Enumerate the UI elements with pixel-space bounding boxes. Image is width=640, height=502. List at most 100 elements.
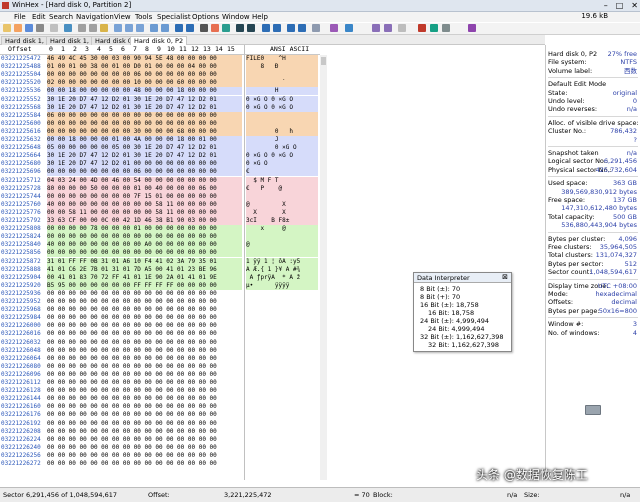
row-hex-bytes[interactable]: 00 00 00 00 00 00 00 00 00 00 00 00 00 0… <box>47 452 242 460</box>
row-hex-bytes[interactable]: 30 1E 20 D7 47 12 D2 01 00 00 00 00 00 0… <box>47 160 242 169</box>
row-ascii[interactable]: 0 ×G Ò <box>246 160 318 169</box>
row-ascii[interactable] <box>246 395 318 403</box>
row-hex-bytes[interactable]: 00 00 00 00 00 00 00 00 00 00 00 00 00 0… <box>47 411 242 419</box>
row-ascii[interactable] <box>246 436 318 444</box>
hex-row[interactable]: 03221226144 00 00 00 00 00 00 00 00 00 00… <box>0 395 318 403</box>
row-hex-bytes[interactable]: 00 00 00 00 00 00 00 00 00 00 00 00 00 0… <box>47 395 242 403</box>
row-ascii[interactable] <box>246 460 318 468</box>
menu-options[interactable]: Options <box>192 13 219 21</box>
row-ascii[interactable]: J <box>246 136 318 144</box>
row-ascii[interactable]: 0 ×G Ò 0 ×G Ò <box>246 103 318 112</box>
hex-row[interactable]: 03221225856 00 00 00 00 00 00 00 00 00 00… <box>0 249 318 258</box>
hex-row[interactable]: 03221225568 30 1E 20 D7 47 12 D2 01 30 1E… <box>0 103 318 112</box>
close-button[interactable]: ✕ <box>631 1 638 10</box>
overlay-icon[interactable] <box>384 24 392 32</box>
row-ascii[interactable]: 0 ×G Ò 0 ×G Ò <box>246 152 318 161</box>
hex-row[interactable]: 03221225696 00 00 00 00 00 00 00 00 06 00… <box>0 168 318 177</box>
hex-row[interactable]: 03221226048 00 00 00 00 00 00 00 00 00 00… <box>0 347 318 355</box>
row-hex-bytes[interactable]: 00 00 00 00 00 00 00 00 7F 15 01 00 00 0… <box>47 192 242 201</box>
hex-row[interactable]: 03221225968 00 00 00 00 00 00 00 00 00 00… <box>0 306 318 314</box>
row-hex-bytes[interactable]: 00 00 00 00 00 00 00 00 30 00 00 00 68 0… <box>47 127 242 136</box>
tools-icon[interactable] <box>330 24 338 32</box>
previous-sector-icon[interactable] <box>236 24 244 32</box>
menu-help[interactable]: Help <box>252 13 268 21</box>
row-hex-bytes[interactable]: 00 00 00 00 00 00 00 00 00 00 00 00 00 0… <box>47 460 242 468</box>
hex-row[interactable]: 03221225984 00 00 00 00 00 00 00 00 00 00… <box>0 314 318 322</box>
row-ascii[interactable] <box>246 249 318 258</box>
hex-row[interactable]: 03221226208 00 00 00 00 00 00 00 00 00 00… <box>0 428 318 436</box>
last-icon[interactable] <box>298 24 306 32</box>
row-ascii[interactable] <box>246 71 318 80</box>
row-hex-bytes[interactable]: 40 00 00 00 00 00 00 00 00 A0 00 00 00 0… <box>47 241 242 250</box>
hex-row[interactable]: 03221226016 00 00 00 00 00 00 00 00 00 00… <box>0 330 318 338</box>
undo-icon[interactable] <box>64 24 72 32</box>
properties-icon[interactable] <box>50 24 58 32</box>
row-ascii[interactable]: x @ <box>246 225 318 234</box>
row-ascii[interactable]: µ• ÿÿÿÿ <box>246 281 318 290</box>
row-ascii[interactable] <box>246 347 318 355</box>
row-ascii[interactable]: A Æ.{ 1 }¥ A #¾ <box>246 265 318 274</box>
next-sector-icon[interactable] <box>247 24 255 32</box>
row-ascii[interactable]: € P @ <box>246 184 318 193</box>
row-ascii[interactable] <box>246 290 318 298</box>
first-icon[interactable] <box>287 24 295 32</box>
clone-icon[interactable] <box>430 24 438 32</box>
hex-row[interactable]: 03221225664 30 1E 20 D7 47 12 D2 01 30 1E… <box>0 152 318 161</box>
hex-row[interactable]: 03221226240 00 00 00 00 00 00 00 00 00 00… <box>0 444 318 452</box>
hex-row[interactable]: 03221226112 00 00 00 00 00 00 00 00 00 00… <box>0 379 318 387</box>
hex-row[interactable]: 03221225808 00 00 00 00 78 00 00 00 01 00… <box>0 225 318 234</box>
row-ascii[interactable] <box>246 363 318 371</box>
row-hex-bytes[interactable]: B5 95 00 00 00 00 00 00 FF FF FF FF 00 0… <box>47 281 242 290</box>
row-ascii[interactable]: @ <box>246 241 318 250</box>
row-hex-bytes[interactable]: 30 1E 20 D7 47 12 D2 01 30 1E 20 D7 47 1… <box>47 103 242 112</box>
row-ascii[interactable]: $ M F T <box>246 176 318 185</box>
row-ascii[interactable] <box>246 233 318 242</box>
row-ascii[interactable]: 8 Ð <box>246 63 318 72</box>
hex-row[interactable]: 03221226128 00 00 00 00 00 00 00 00 00 00… <box>0 387 318 395</box>
row-hex-bytes[interactable]: 40 00 00 00 00 00 00 00 00 00 58 11 00 0… <box>47 200 242 209</box>
hex-row[interactable]: 03221226272 00 00 00 00 00 00 00 00 00 00… <box>0 460 318 468</box>
menu-view[interactable]: View <box>114 13 131 21</box>
find-hex-icon[interactable] <box>125 24 133 32</box>
row-ascii[interactable]: € <box>246 168 318 177</box>
hex-row[interactable]: 03221225712 04 03 24 00 4D 00 46 00 54 00… <box>0 176 318 185</box>
hex-row[interactable]: 03221225648 05 00 00 00 00 00 05 00 30 1E… <box>0 144 318 153</box>
hex-row[interactable]: 03221226080 00 00 00 00 00 00 00 00 00 00… <box>0 363 318 371</box>
row-hex-bytes[interactable]: 02 00 00 00 00 00 00 00 10 00 00 00 60 0… <box>47 79 242 88</box>
copy-icon[interactable] <box>89 24 97 32</box>
row-hex-bytes[interactable]: 30 1E 20 D7 47 12 D2 01 30 1E 20 D7 47 1… <box>47 95 242 104</box>
row-ascii[interactable] <box>246 452 318 460</box>
hex-row[interactable]: 03221225584 06 00 00 00 00 00 00 00 00 00… <box>0 111 318 120</box>
paste-icon[interactable] <box>100 24 108 32</box>
row-ascii[interactable]: 1 ÿÿ 1 ¦ ôA :y5 <box>246 257 318 266</box>
hex-row[interactable]: 03221226032 00 00 00 00 00 00 00 00 00 00… <box>0 339 318 347</box>
row-hex-bytes[interactable]: 00 00 00 00 00 00 00 00 00 00 00 00 00 0… <box>47 298 242 306</box>
row-hex-bytes[interactable]: 00 00 00 00 00 00 00 00 00 00 00 00 00 0… <box>47 436 242 444</box>
row-ascii[interactable] <box>246 192 318 201</box>
hex-row[interactable]: 03221225792 33 63 CF 00 00 0C 00 42 1D 46… <box>0 217 318 225</box>
row-hex-bytes[interactable]: 00 00 00 00 00 00 00 00 00 00 00 00 00 0… <box>47 428 242 436</box>
data-interpreter-titlebar[interactable]: Data Interpreter ⊠ <box>414 273 511 283</box>
hex-row[interactable]: 03221226176 00 00 00 00 00 00 00 00 00 00… <box>0 411 318 419</box>
close-icon[interactable]: ⊠ <box>502 273 508 281</box>
row-ascii[interactable] <box>246 322 318 330</box>
row-hex-bytes[interactable]: 00 00 00 00 00 00 00 00 00 00 00 00 00 0… <box>47 444 242 452</box>
row-ascii[interactable]: FILE0 ^H <box>246 55 318 63</box>
row-hex-bytes[interactable]: 00 00 00 00 00 00 00 00 00 00 00 00 00 0… <box>47 330 242 338</box>
image-icon[interactable] <box>442 24 450 32</box>
row-hex-bytes[interactable]: 00 00 00 00 00 00 00 00 00 00 00 00 00 0… <box>47 322 242 330</box>
hex-row[interactable]: 03221226096 00 00 00 00 00 00 00 00 00 00… <box>0 371 318 379</box>
row-hex-bytes[interactable]: 00 00 00 00 00 00 00 00 00 00 00 00 00 0… <box>47 355 242 363</box>
menu-navigation[interactable]: Navigation <box>76 13 114 21</box>
row-hex-bytes[interactable]: 00 00 00 00 00 00 00 00 00 00 00 00 00 0… <box>47 249 242 258</box>
hex-row[interactable]: 03221225872 31 01 FF FF 0B 31 01 A6 10 F4… <box>0 257 318 266</box>
arrow-right-icon[interactable] <box>273 24 281 32</box>
row-hex-bytes[interactable]: 00 00 00 00 00 00 00 00 00 00 00 00 00 0… <box>47 363 242 371</box>
save-icon[interactable] <box>25 24 33 32</box>
ram-icon[interactable] <box>211 24 219 32</box>
hex-row[interactable]: 03221226256 00 00 00 00 00 00 00 00 00 00… <box>0 452 318 460</box>
row-hex-bytes[interactable]: 01 00 01 00 38 00 01 00 D0 01 00 00 00 0… <box>47 63 242 72</box>
row-hex-bytes[interactable]: 00 00 00 00 00 00 00 00 00 00 00 00 00 0… <box>47 339 242 347</box>
menu-file[interactable]: File <box>14 13 26 21</box>
row-hex-bytes[interactable]: 80 00 00 00 50 00 00 00 01 00 40 00 00 0… <box>47 184 242 193</box>
